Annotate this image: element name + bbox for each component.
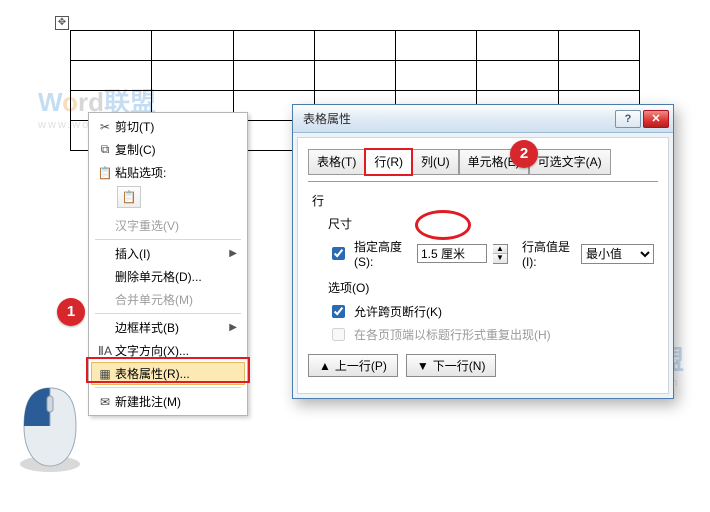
menu-paste-options-header: 📋 粘贴选项: xyxy=(91,161,245,184)
submenu-arrow-icon: ▶ xyxy=(229,322,237,333)
comment-icon: ✉ xyxy=(95,394,115,410)
row-height-is-select[interactable]: 最小值 xyxy=(581,244,654,264)
tabstrip: 表格(T) 行(R) 列(U) 单元格(E) 可选文字(A) xyxy=(308,148,658,174)
dialog-body: 表格(T) 行(R) 列(U) 单元格(E) 可选文字(A) 行 尺寸 指定高度… xyxy=(297,137,669,394)
tab-table[interactable]: 表格(T) xyxy=(308,149,365,175)
menu-label: 删除单元格(D)... xyxy=(115,268,237,285)
options-section-label: 选项(O) xyxy=(328,279,654,296)
menu-hanzi-reselect: 汉字重选(V) xyxy=(91,214,245,237)
menu-separator xyxy=(95,313,241,314)
table-properties-dialog: 表格属性 ? ✕ 表格(T) 行(R) 列(U) 单元格(E) 可选文字(A) … xyxy=(292,104,674,399)
dialog-title: 表格属性 xyxy=(303,110,613,127)
menu-new-comment[interactable]: ✉ 新建批注(M) xyxy=(91,390,245,413)
menu-label: 新建批注(M) xyxy=(115,393,237,410)
up-arrow-icon: ▲ xyxy=(319,359,331,373)
menu-text-direction[interactable]: ⅡA 文字方向(X)... xyxy=(91,339,245,362)
row-height-input[interactable] xyxy=(417,244,487,263)
dialog-close-button[interactable]: ✕ xyxy=(643,110,669,128)
row-height-is-label: 行高值是(I): xyxy=(522,238,575,269)
tab-row[interactable]: 行(R) xyxy=(365,149,412,175)
specify-height-label: 指定高度(S): xyxy=(354,238,411,269)
repeat-header-label: 在各页顶端以标题行形式重复出现(H) xyxy=(354,326,551,343)
menu-label: 剪切(T) xyxy=(115,118,237,135)
menu-label: 文字方向(X)... xyxy=(115,342,237,359)
copy-icon: ⧉ xyxy=(95,142,115,158)
menu-label: 表格属性(R)... xyxy=(115,365,237,382)
allow-break-checkbox[interactable] xyxy=(332,305,345,318)
mouse-illustration xyxy=(14,382,86,474)
dialog-help-button[interactable]: ? xyxy=(615,110,641,128)
menu-separator xyxy=(95,387,241,388)
annotation-badge-2: 2 xyxy=(510,140,538,168)
dialog-titlebar[interactable]: 表格属性 ? ✕ xyxy=(293,105,673,133)
size-section-label: 尺寸 xyxy=(328,215,654,232)
annotation-badge-1: 1 xyxy=(57,298,85,326)
allow-break-label: 允许跨页断行(K) xyxy=(354,303,442,320)
row-height-spinner[interactable]: ▲▼ xyxy=(493,244,508,264)
menu-border-style[interactable]: 边框样式(B) ▶ xyxy=(91,316,245,339)
menu-label: 复制(C) xyxy=(115,141,237,158)
tab-alt-text[interactable]: 可选文字(A) xyxy=(529,149,611,175)
tabstrip-line xyxy=(308,181,658,182)
tab-column[interactable]: 列(U) xyxy=(412,149,459,175)
cut-icon: ✂ xyxy=(95,119,115,135)
repeat-header-checkbox xyxy=(332,328,345,341)
submenu-arrow-icon: ▶ xyxy=(229,248,237,259)
menu-merge-cells: 合并单元格(M) xyxy=(91,288,245,311)
menu-label: 边框样式(B) xyxy=(115,319,229,336)
menu-label: 汉字重选(V) xyxy=(115,217,237,234)
menu-table-properties[interactable]: ▦ 表格属性(R)... xyxy=(91,362,245,385)
specify-height-checkbox[interactable] xyxy=(332,247,345,260)
table-properties-icon: ▦ xyxy=(95,366,115,382)
paste-option-row: 📋 xyxy=(91,184,245,214)
row-section-label: 行 xyxy=(312,192,654,209)
paste-keep-source-button[interactable]: 📋 xyxy=(117,186,141,208)
table-move-handle[interactable]: ✥ xyxy=(55,16,69,30)
menu-label: 粘贴选项: xyxy=(115,164,237,181)
menu-separator xyxy=(95,239,241,240)
menu-copy[interactable]: ⧉ 复制(C) xyxy=(91,138,245,161)
down-arrow-icon: ▼ xyxy=(417,359,429,373)
context-menu: ✂ 剪切(T) ⧉ 复制(C) 📋 粘贴选项: 📋 汉字重选(V) 插入(I) … xyxy=(88,112,248,416)
menu-delete-cells[interactable]: 删除单元格(D)... xyxy=(91,265,245,288)
next-row-button[interactable]: ▼ 下一行(N) xyxy=(406,354,497,377)
menu-cut[interactable]: ✂ 剪切(T) xyxy=(91,115,245,138)
text-direction-icon: ⅡA xyxy=(95,343,115,359)
menu-label: 插入(I) xyxy=(115,245,229,262)
menu-insert[interactable]: 插入(I) ▶ xyxy=(91,242,245,265)
paste-icon: 📋 xyxy=(95,165,115,181)
prev-row-button[interactable]: ▲ 上一行(P) xyxy=(308,354,398,377)
menu-label: 合并单元格(M) xyxy=(115,291,237,308)
